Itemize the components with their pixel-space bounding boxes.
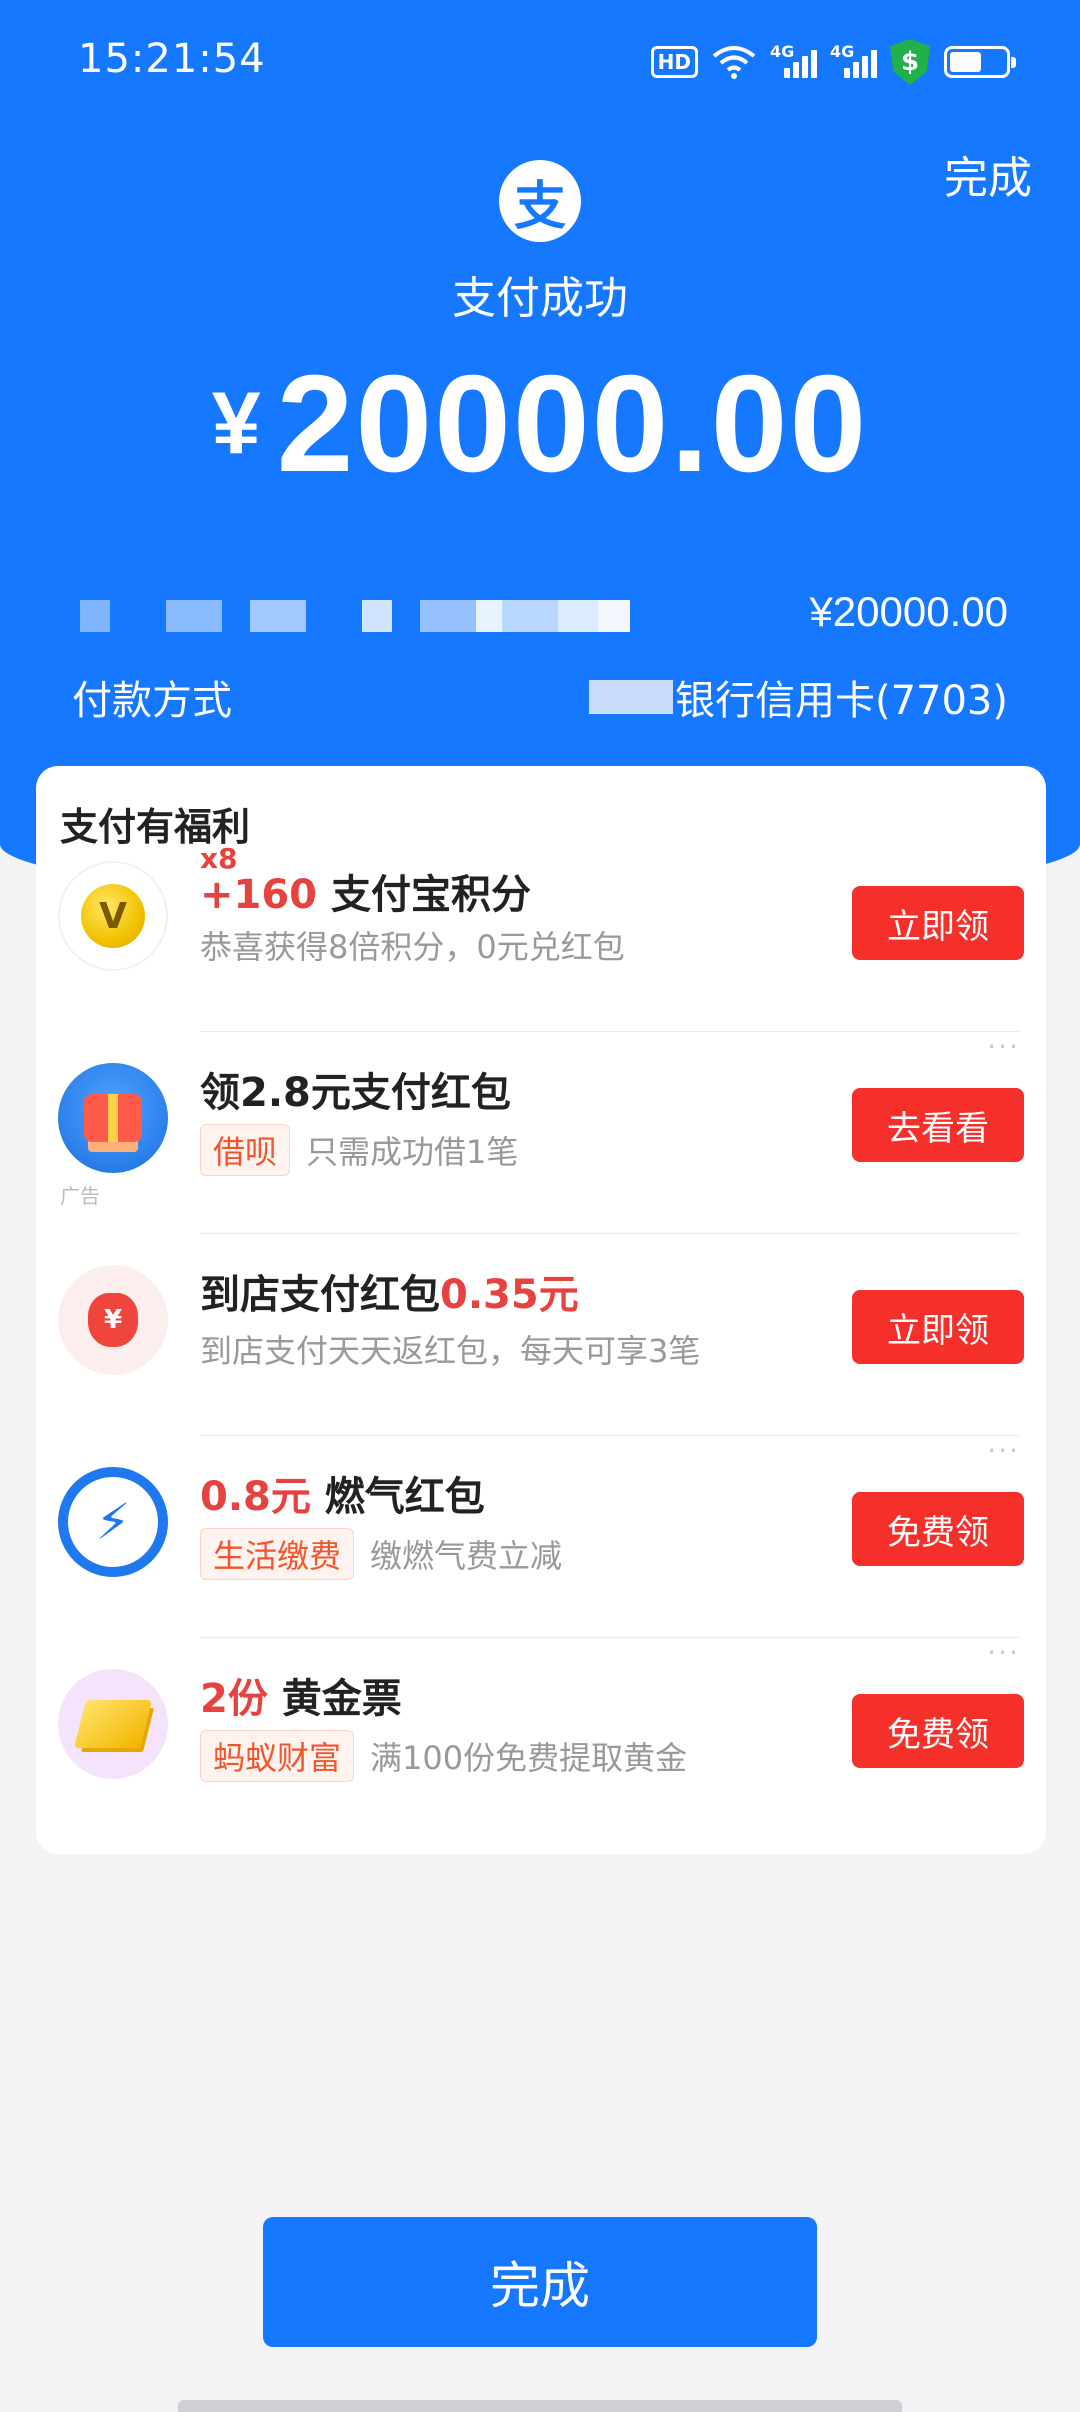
benefit-tag: 蚂蚁财富	[200, 1730, 355, 1782]
benefit-subtitle: 只需成功借1笔	[306, 1133, 519, 1171]
benefit-title-text: 黄金票	[281, 1676, 402, 1722]
coin-letter: V	[81, 884, 145, 948]
payment-method-value: 银行信用卡(7703)	[588, 668, 1008, 726]
order-amount: ¥20000.00	[809, 588, 1008, 635]
more-options-icon[interactable]: ···	[987, 1030, 1020, 1063]
benefit-title-text: 到店支付红包	[200, 1272, 440, 1318]
status-bar: 15:21:54 HD 4G 4G $	[0, 0, 1080, 120]
benefit-title: 0.8元 燃气红包	[200, 1464, 485, 1522]
claim-points-button[interactable]: 立即领	[852, 886, 1024, 960]
lightning-icon: ⚡	[58, 1467, 168, 1577]
done-button[interactable]: 完成	[263, 2217, 817, 2347]
hd-icon: HD	[650, 46, 698, 78]
done-top-button[interactable]: 完成	[944, 142, 1032, 206]
security-shield-icon: $	[890, 39, 930, 85]
payment-status-title: 支付成功	[452, 273, 628, 324]
benefit-item-points[interactable]: V x8 +160 支付宝积分 恭喜获得8倍积分，0元兑红包 立即领	[36, 830, 1046, 1032]
benefit-subtitle-row: 生活缴费 缴燃气费立减	[200, 1528, 562, 1580]
amount-value: 20000.00	[276, 347, 869, 501]
bolt-symbol: ⚡	[95, 1493, 131, 1551]
signal-4g-icon: 4G	[770, 42, 817, 82]
payment-method-text: 银行信用卡(7703)	[674, 678, 1008, 724]
gold-bar-icon	[58, 1669, 168, 1779]
payment-amount: ¥20000.00	[0, 345, 1080, 504]
benefits-card: 支付有福利 V x8 +160 支付宝积分 恭喜获得8倍积分，0元兑红包 立即领…	[36, 766, 1046, 1854]
benefit-subtitle: 满100份免费提取黄金	[370, 1739, 688, 1777]
red-envelope-icon: ¥	[58, 1265, 168, 1375]
benefit-title-text: 燃气红包	[324, 1474, 485, 1520]
benefit-title: 领2.8元支付红包	[200, 1070, 511, 1116]
benefit-highlight: 2份	[200, 1676, 268, 1722]
status-time: 15:21:54	[78, 36, 266, 82]
benefit-item-loan-redpacket[interactable]: ··· 广告 领2.8元支付红包 借呗 只需成功借1笔 去看看	[36, 1030, 1046, 1234]
benefit-title-text: 支付宝积分	[330, 872, 531, 918]
redacted-bank-name	[588, 680, 673, 714]
benefit-title: 2份 黄金票	[200, 1666, 402, 1724]
more-options-icon[interactable]: ···	[987, 1434, 1020, 1467]
benefit-subtitle: 缴燃气费立减	[370, 1537, 563, 1575]
money-bag-symbol: ¥	[88, 1293, 138, 1347]
battery-icon	[944, 46, 1016, 78]
benefit-subtitle-row: 蚂蚁财富 满100份免费提取黄金	[200, 1730, 687, 1782]
benefit-highlight: 0.8元	[200, 1474, 311, 1520]
home-indicator[interactable]	[178, 2400, 902, 2412]
benefit-tag: 生活缴费	[200, 1528, 355, 1580]
benefit-subtitle-row: 借呗 只需成功借1笔	[200, 1124, 518, 1176]
currency-symbol: ¥	[211, 373, 261, 472]
benefit-highlight: +160	[200, 872, 318, 918]
benefit-item-store-redpacket[interactable]: ¥ 到店支付红包0.35元 到店支付天天返红包，每天可享3笔 立即领	[36, 1234, 1046, 1436]
claim-gold-button[interactable]: 免费领	[852, 1694, 1024, 1768]
view-loan-button[interactable]: 去看看	[852, 1088, 1024, 1162]
benefit-item-gas-redpacket[interactable]: ··· ⚡ 0.8元 燃气红包 生活缴费 缴燃气费立减 免费领	[36, 1434, 1046, 1638]
benefit-item-gold[interactable]: ··· 2份 黄金票 蚂蚁财富 满100份免费提取黄金 免费领	[36, 1636, 1046, 1840]
gift-box-icon	[58, 1063, 168, 1173]
redacted-merchant-name	[80, 600, 630, 632]
benefit-tag: 借呗	[200, 1124, 291, 1176]
alipay-logo-icon: 支	[499, 160, 581, 242]
claim-store-button[interactable]: 立即领	[852, 1290, 1024, 1364]
benefit-subtitle: 到店支付天天返红包，每天可享3笔	[200, 1332, 701, 1370]
payment-method-label: 付款方式	[72, 678, 232, 724]
benefit-title: 到店支付红包0.35元	[200, 1262, 579, 1320]
status-icons: HD 4G 4G $	[650, 39, 1016, 85]
benefit-title: +160 支付宝积分	[200, 862, 531, 920]
benefit-highlight: 0.35元	[440, 1272, 579, 1318]
ad-label: 广告	[60, 1184, 100, 1208]
points-coin-icon: V	[58, 861, 168, 971]
claim-gas-button[interactable]: 免费领	[852, 1492, 1024, 1566]
more-options-icon[interactable]: ···	[987, 1636, 1020, 1669]
benefit-subtitle: 恭喜获得8倍积分，0元兑红包	[200, 928, 625, 966]
wifi-icon	[712, 46, 756, 79]
signal-4g-icon: 4G	[830, 42, 877, 82]
